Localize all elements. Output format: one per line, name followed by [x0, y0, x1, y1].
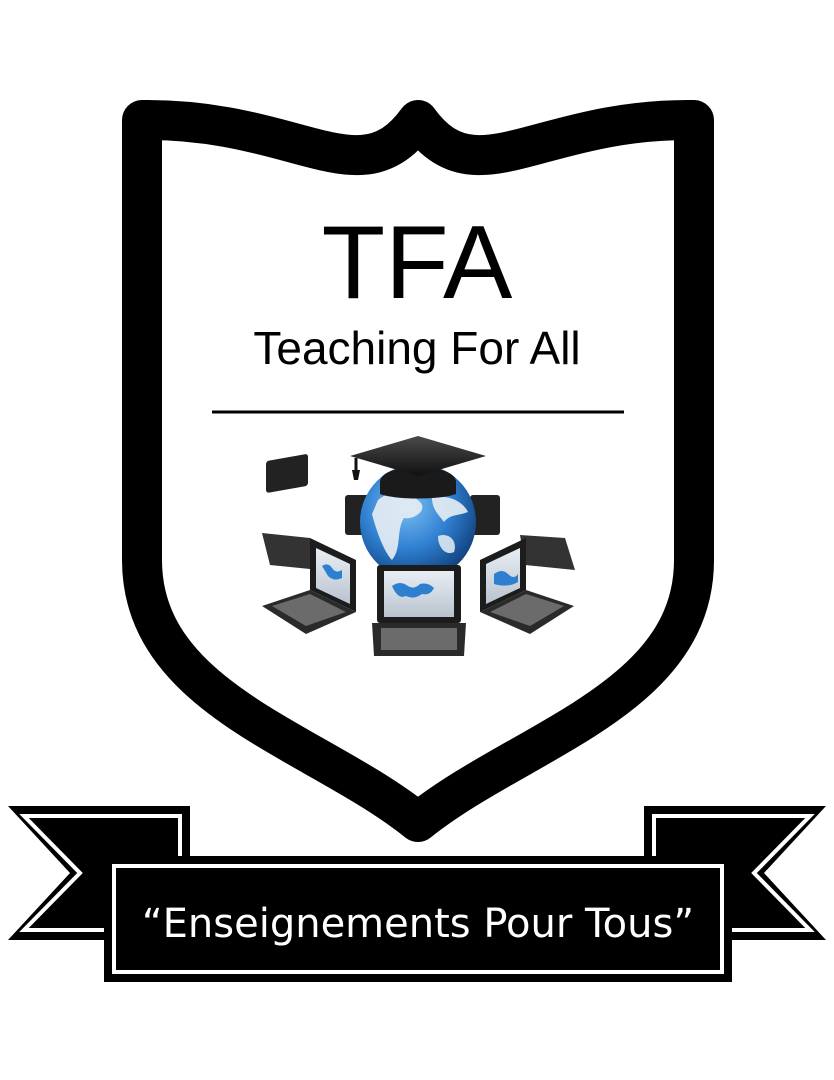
crest-title: TFA: [322, 205, 513, 321]
laptop-icon: [372, 565, 466, 656]
motto-text: “Enseignements Pour Tous”: [142, 901, 694, 947]
crest-subtitle: Teaching For All: [253, 322, 580, 374]
logo-canvas: TFA Teaching For All “Enseignements Pour…: [8, 99, 826, 982]
